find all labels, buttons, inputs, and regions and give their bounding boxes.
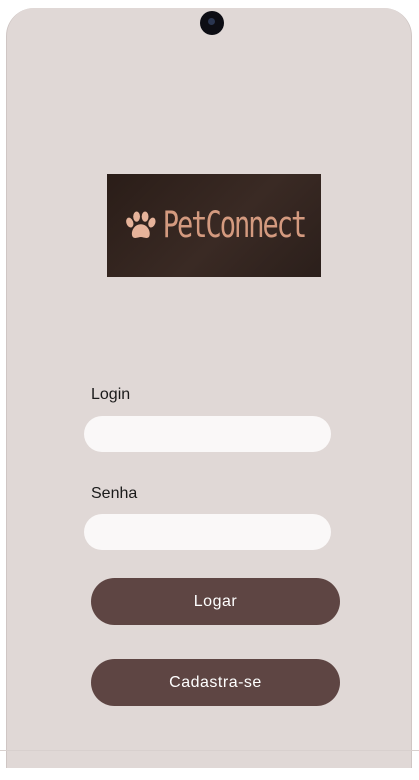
paw-icon (125, 211, 156, 238)
login-label: Login (91, 386, 131, 403)
register-button[interactable]: Cadastra-se (91, 659, 340, 706)
password-input[interactable] (84, 514, 331, 550)
bottom-divider (0, 750, 419, 751)
phone-screen: PetConnect Login Senha Logar Cadastra-se (6, 8, 412, 768)
petconnect-logo: PetConnect (107, 174, 321, 277)
login-button[interactable]: Logar (91, 578, 340, 625)
login-input[interactable] (84, 416, 331, 452)
brand-name: PetConnect (162, 204, 308, 247)
front-camera-icon (200, 11, 224, 35)
password-label: Senha (91, 485, 138, 502)
